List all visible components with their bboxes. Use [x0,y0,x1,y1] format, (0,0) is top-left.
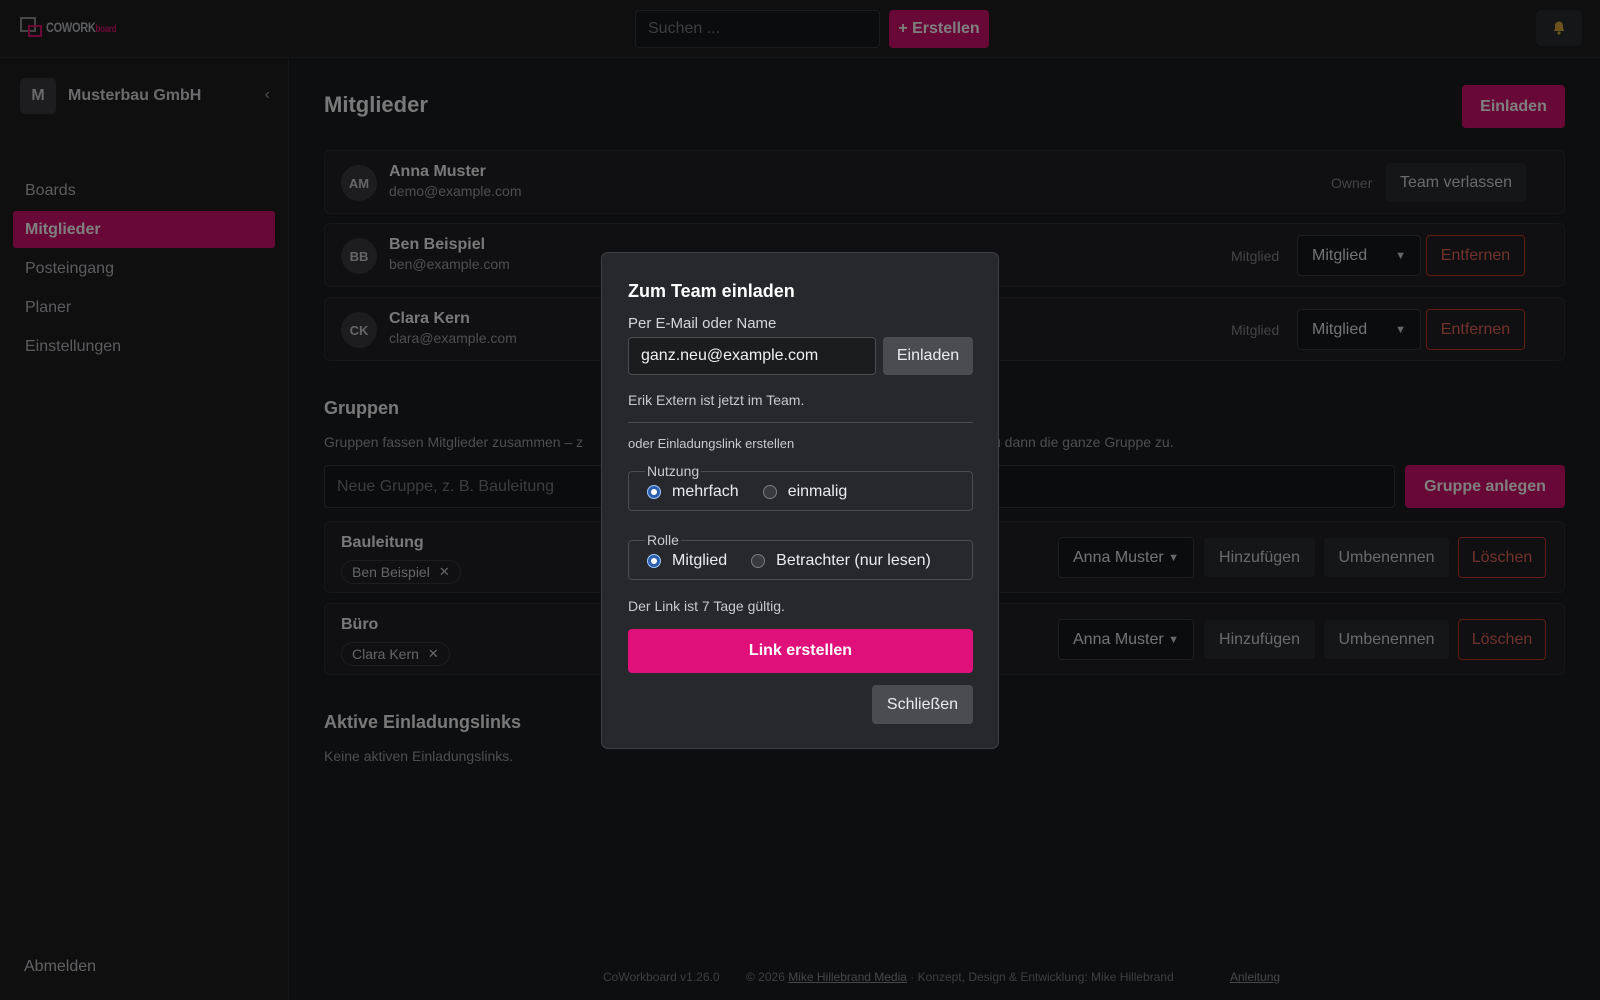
usage-radio-multiple[interactable] [647,485,661,499]
role-option-member-label: Mitglied [672,552,728,569]
dialog-title: Zum Team einladen [628,281,795,301]
role-radio-viewer[interactable] [751,554,766,568]
invite-success-message: Erik Extern ist jetzt im Team. [628,392,805,408]
divider [628,422,973,423]
usage-radio-single[interactable] [762,485,777,499]
invite-dialog: Zum Team einladen Per E-Mail oder Name E… [601,252,999,749]
usage-fieldset: Nutzung mehrfach einmalig [628,463,973,511]
invite-link-subtitle: oder Einladungslink erstellen [628,436,795,451]
usage-legend: Nutzung [647,463,700,479]
role-fieldset: Rolle Mitglied Betrachter (nur lesen) [628,532,973,580]
usage-option-multiple-label: mehrfach [672,483,739,500]
dialog-invite-button[interactable]: Einladen [883,337,973,375]
create-link-button[interactable]: Link erstellen [628,629,973,673]
invite-email-field[interactable] [628,337,876,375]
role-radio-member[interactable] [647,554,661,568]
role-legend: Rolle [647,532,679,548]
usage-option-single-label: einmalig [787,483,848,500]
close-dialog-button[interactable]: Schließen [872,685,973,724]
link-validity-note: Der Link ist 7 Tage gültig. [628,598,785,614]
invite-field-label: Per E-Mail oder Name [628,315,777,332]
role-option-viewer-label: Betrachter (nur lesen) [776,552,931,569]
